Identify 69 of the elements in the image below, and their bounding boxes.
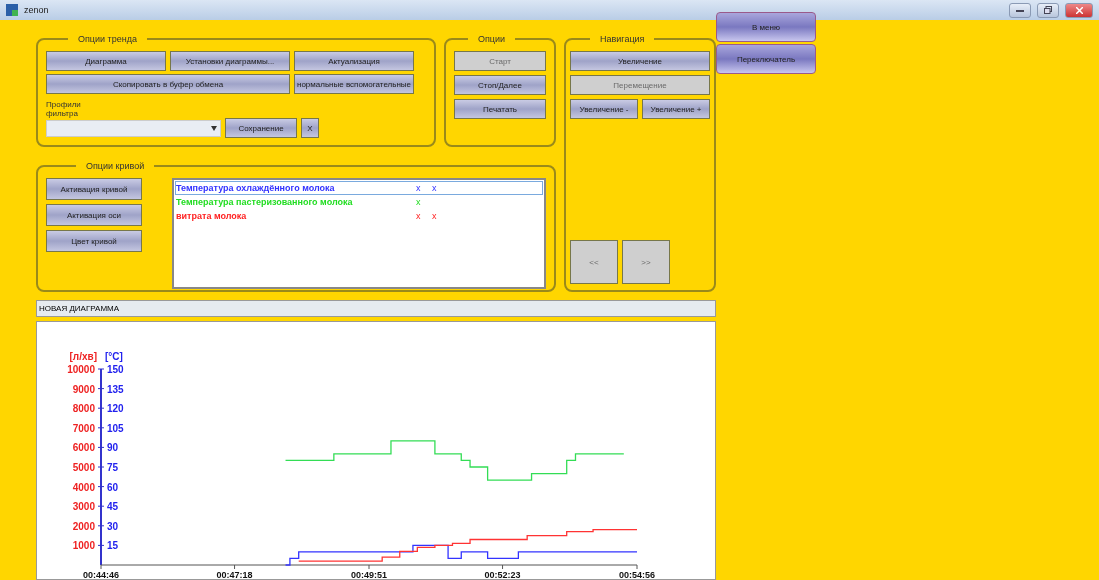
curve-name: витрата молока [176,211,248,221]
tick-label: 9000 [72,383,95,395]
tick-label: 30 [107,520,119,532]
tick-label: 00:52:23 [484,570,521,579]
tick-label: 120 [107,403,124,415]
save-button[interactable]: Сохранение [225,118,297,138]
tick-label: 4000 [72,481,95,493]
axis-label: [л/хв] [69,351,97,362]
tick-label: 15 [107,540,119,552]
tick-label: 8000 [72,403,95,415]
curve-flag-label: x [416,197,422,207]
close-button[interactable] [1065,2,1093,18]
tick-label: 1000 [72,540,95,552]
tick-label: 7000 [72,422,95,434]
tick-label: 3000 [72,501,95,513]
button[interactable]: Актуализация [294,51,414,71]
axis-label: [°C] [105,351,123,362]
curve-flag-label: x [416,183,422,193]
curve-name: Температура охлаждённого молока [176,183,336,193]
curve-flag-label: x [432,211,438,221]
diagram-title: НОВАЯ ДИАГРАММА [36,300,716,317]
group-title: Опции тренда [77,34,138,44]
curve-row[interactable]: Температура охлаждённого молока x x [175,181,543,195]
button[interactable]: Скопировать в буфер обмена [46,74,290,94]
tick-label: 2000 [72,520,95,532]
curve-row[interactable]: витрата молока x x [175,209,543,223]
button[interactable]: нормальные вспомогательные [294,74,414,94]
button[interactable]: Установки диаграммы... [170,51,290,71]
button[interactable]: Увеличение - [570,99,638,119]
tick-label: 90 [107,442,119,454]
curve-name: Температура пастеризованного молока [176,197,354,207]
tick-label: 00:44:46 [83,570,119,579]
button[interactable]: Увеличение + [642,99,710,119]
button[interactable]: Стоп/Далее [454,75,546,95]
clear-button[interactable]: X [301,118,319,138]
button[interactable]: Диаграмма [46,51,166,71]
button[interactable]: Активация кривой [46,178,142,200]
filter-label: Профили фильтра [46,100,82,118]
minimize-icon [1016,8,1024,12]
dropdown-arrow-icon [211,125,217,131]
tick-label: 60 [107,481,119,493]
menu-button[interactable]: В меню [716,12,816,42]
restore-icon [1044,6,1052,14]
tick-label: 10000 [67,364,95,375]
window-title: zenon [24,5,50,15]
tick-label: 6000 [72,442,95,454]
menu-button[interactable]: Переключатель [716,44,816,74]
minimize-button[interactable] [1009,2,1031,18]
group-title: Опции [477,34,507,44]
tick-label: 00:49:51 [351,570,387,579]
restore-button[interactable] [1037,2,1059,18]
tick-label: 00:54:56 [619,570,655,579]
tick-label: 150 [107,364,124,375]
curve-flag-label: x [432,183,438,193]
button[interactable]: Цвет кривой [46,230,142,252]
tick-label: 5000 [72,462,95,473]
button[interactable]: Печатать [454,99,546,119]
tick-label: 00:47:18 [216,570,253,579]
curve-flag-label: x [416,211,422,221]
group-title: Опции кривой [85,161,146,171]
tick-label: 135 [107,383,124,395]
group-title: Навигация [599,34,646,44]
tick-label: 75 [107,462,119,473]
app-logo-icon [6,4,18,16]
button[interactable]: Увеличение [570,51,710,71]
tick-label: 45 [107,501,119,513]
close-icon [1075,6,1083,14]
tick-label: 105 [107,422,124,434]
button[interactable]: Активация оси [46,204,142,226]
